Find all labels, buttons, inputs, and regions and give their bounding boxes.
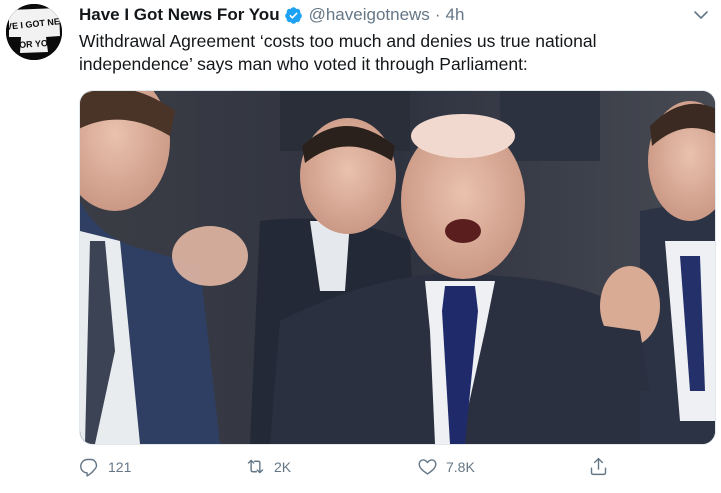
retweet-arrows-icon: [245, 456, 266, 477]
like-button[interactable]: 7.8K: [417, 456, 475, 477]
separator-dot: ·: [434, 5, 441, 24]
parliament-photo-image: [80, 91, 715, 444]
verified-badge-icon: [284, 6, 303, 25]
chevron-down-icon[interactable]: [693, 8, 709, 20]
share-button[interactable]: [588, 456, 609, 477]
tweet-actions: 121 2K 7.8K: [79, 456, 679, 482]
like-count: 7.8K: [446, 458, 475, 475]
tweet-header: Have I Got News For You @haveigotnews · …: [79, 3, 464, 27]
author-name[interactable]: Have I Got News For You: [79, 5, 280, 25]
avatar[interactable]: HAVE I GOT NEWS FOR YOU: [6, 4, 62, 60]
heart-icon: [417, 456, 438, 477]
retweet-count: 2K: [274, 458, 292, 475]
tweet-text: Withdrawal Agreement ‘costs too much and…: [79, 31, 597, 74]
avatar-logo-icon: HAVE I GOT NEWS FOR YOU: [6, 4, 62, 60]
timestamp[interactable]: 4h: [445, 5, 464, 25]
retweet-button[interactable]: 2K: [245, 456, 291, 477]
reply-count: 121: [108, 458, 132, 475]
reply-button[interactable]: 121: [79, 456, 131, 477]
author-handle[interactable]: @haveigotnews: [309, 5, 430, 25]
tweet-photo[interactable]: [79, 90, 716, 445]
speech-bubble-icon: [79, 456, 100, 477]
tweet-card[interactable]: HAVE I GOT NEWS FOR YOU Have I Got News …: [0, 0, 721, 493]
share-upload-icon: [588, 456, 609, 477]
